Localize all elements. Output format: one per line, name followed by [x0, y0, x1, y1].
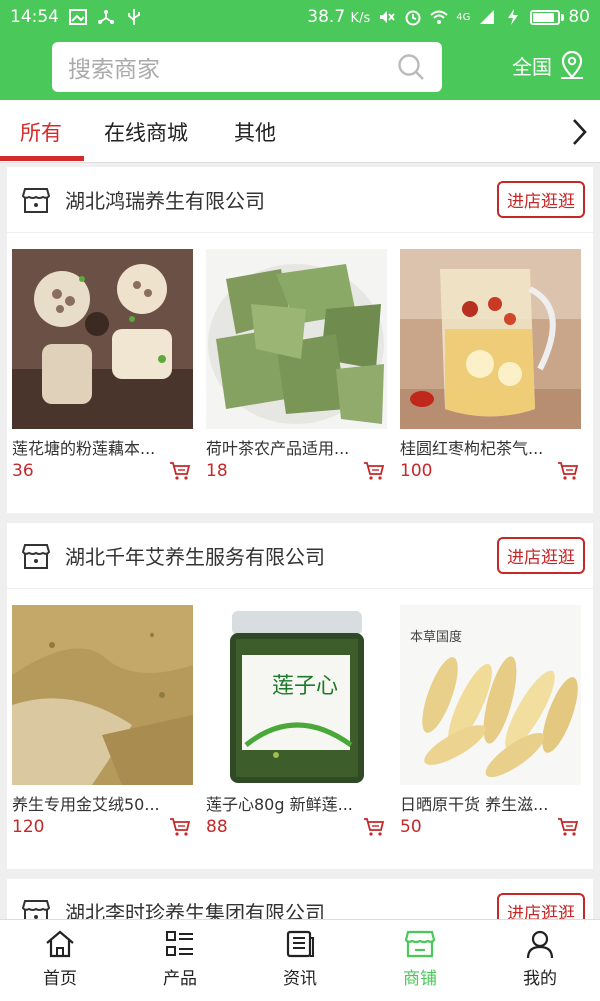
product-item[interactable]: 桂圆红枣枸杞茶气... 100	[400, 249, 581, 481]
cart-icon[interactable]	[557, 817, 579, 837]
network-type: 4G	[456, 11, 471, 23]
wifi-icon	[430, 10, 448, 24]
nav-label: 资讯	[283, 969, 317, 989]
enter-shop-button[interactable]: 进店逛逛	[497, 181, 585, 218]
nav-label: 我的	[523, 969, 557, 989]
product-name: 荷叶茶农产品适用...	[206, 439, 350, 458]
nav-home[interactable]: 首页	[0, 920, 120, 1001]
share-icon	[98, 10, 114, 24]
search-placeholder: 搜索商家	[68, 57, 160, 83]
nav-label: 商铺	[403, 969, 437, 989]
cart-icon[interactable]	[363, 461, 385, 481]
search-icon[interactable]	[396, 52, 426, 82]
battery-level: 80	[568, 7, 590, 27]
news-icon	[286, 930, 314, 958]
signal-icon	[480, 10, 495, 24]
nav-news[interactable]: 资讯	[240, 920, 360, 1001]
product-name: 桂圆红枣枸杞茶气...	[400, 439, 544, 458]
bottom-navigation: 首页 产品 资讯 商铺 我的	[0, 919, 600, 1001]
chevron-right-icon[interactable]	[570, 116, 590, 148]
cart-icon[interactable]	[557, 461, 579, 481]
shop-name: 湖北千年艾养生服务有限公司	[65, 545, 325, 569]
product-price: 36	[12, 461, 34, 481]
usb-icon	[128, 9, 140, 25]
product-price: 100	[400, 461, 433, 481]
nav-label: 首页	[43, 969, 77, 989]
product-price: 18	[206, 461, 228, 481]
jar-label-text: 莲子心	[272, 674, 338, 699]
store-icon	[404, 930, 436, 958]
tab-all[interactable]: 所有	[20, 117, 62, 147]
net-speed: 38.7 K/s	[307, 7, 371, 27]
alarm-icon	[405, 10, 421, 26]
product-name: 养生专用金艾绒50...	[12, 795, 160, 814]
search-input[interactable]: 搜索商家	[52, 42, 442, 92]
product-image-lotus-root[interactable]	[12, 249, 193, 429]
status-time: 14:54	[10, 7, 59, 27]
product-image-herbal-tea-jar[interactable]	[400, 249, 581, 429]
person-icon	[526, 930, 554, 959]
shop-card: 湖北鸿瑞养生有限公司 进店逛逛 莲花塘的粉莲藕本... 36 荷叶茶农产品适用.…	[7, 167, 593, 513]
region-selector[interactable]: 全国	[512, 50, 586, 80]
nav-label: 产品	[163, 969, 197, 989]
image-notification-icon	[69, 9, 87, 25]
product-item[interactable]: 本草国度 日晒原干货 养生滋... 50	[400, 605, 581, 837]
enter-shop-button[interactable]: 进店逛逛	[497, 537, 585, 574]
store-icon	[21, 187, 51, 213]
product-item[interactable]: 荷叶茶农产品适用... 18	[206, 249, 387, 481]
nav-profile[interactable]: 我的	[480, 920, 600, 1001]
store-icon	[21, 543, 51, 569]
tab-online-mall[interactable]: 在线商城	[104, 117, 188, 147]
grid-list-icon	[166, 931, 193, 956]
shop-header[interactable]: 湖北千年艾养生服务有限公司 进店逛逛	[7, 523, 593, 589]
shop-card: 湖北千年艾养生服务有限公司 进店逛逛 养生专用金艾绒50... 120 莲子心 …	[7, 523, 593, 869]
product-name: 莲花塘的粉莲藕本...	[12, 439, 156, 458]
brand-text: 本草国度	[410, 629, 462, 645]
status-bar: 14:54 38.7 K/s 4G 80	[0, 0, 600, 34]
home-icon	[46, 930, 74, 958]
active-tab-indicator	[0, 156, 84, 161]
region-label: 全国	[512, 54, 552, 79]
nav-products[interactable]: 产品	[120, 920, 240, 1001]
location-pin-icon	[561, 50, 583, 79]
product-price: 88	[206, 817, 228, 837]
cart-icon[interactable]	[169, 461, 191, 481]
tab-other[interactable]: 其他	[234, 117, 276, 147]
app-header: 搜索商家 全国	[0, 34, 600, 100]
nav-stores[interactable]: 商铺	[360, 920, 480, 1001]
product-item[interactable]: 养生专用金艾绒50... 120	[12, 605, 193, 837]
product-image-moxa-wool[interactable]	[12, 605, 193, 785]
product-image-ophiopogon-root[interactable]: 本草国度	[400, 605, 581, 785]
cart-icon[interactable]	[169, 817, 191, 837]
shop-header[interactable]: 湖北鸿瑞养生有限公司 进店逛逛	[7, 167, 593, 233]
product-name: 日晒原干货 养生滋...	[400, 795, 549, 814]
cart-icon[interactable]	[363, 817, 385, 837]
product-name: 莲子心80g 新鲜莲...	[206, 795, 353, 814]
category-tabs: 所有 在线商城 其他	[0, 100, 600, 163]
product-image-lotus-seed-heart-jar[interactable]: 莲子心	[206, 605, 387, 785]
charging-icon	[508, 9, 519, 25]
battery: 80	[530, 7, 590, 27]
product-price: 120	[12, 817, 45, 837]
product-item[interactable]: 莲花塘的粉莲藕本... 36	[12, 249, 193, 481]
mute-icon	[380, 11, 395, 23]
product-image-lotus-leaf-tea[interactable]	[206, 249, 387, 429]
product-item[interactable]: 莲子心 莲子心80g 新鲜莲... 88	[206, 605, 387, 837]
shop-name: 湖北鸿瑞养生有限公司	[65, 189, 265, 213]
product-price: 50	[400, 817, 422, 837]
